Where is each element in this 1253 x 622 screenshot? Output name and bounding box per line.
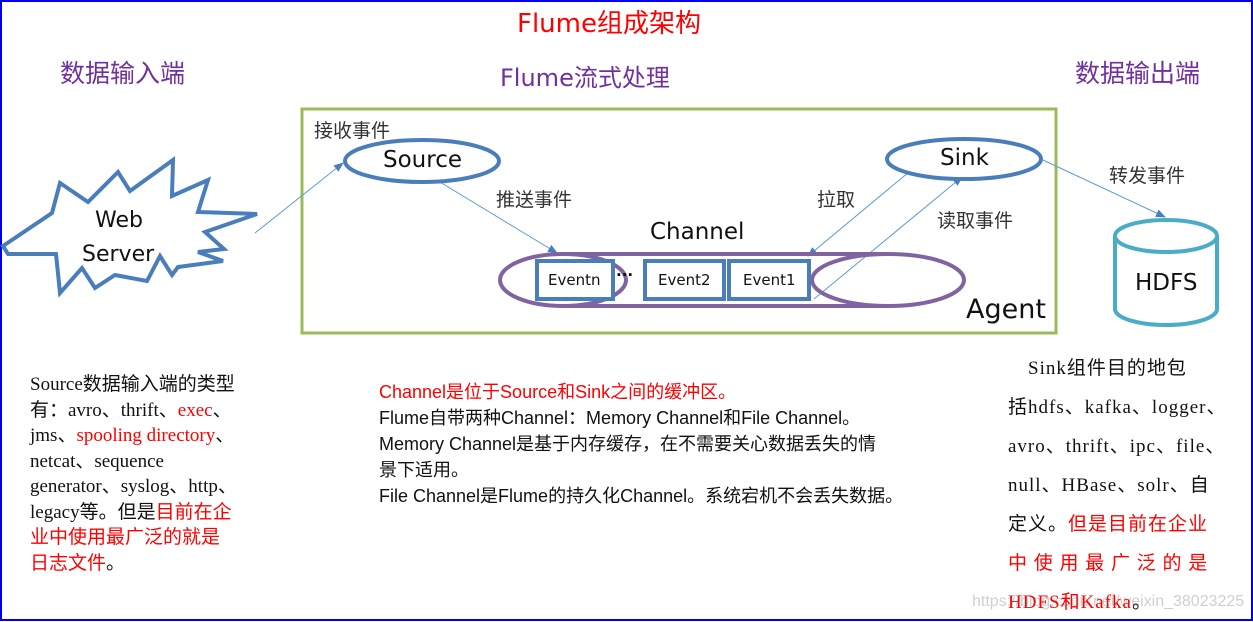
- highlight-text: 目前在企: [155, 501, 232, 523]
- highlight-text: 日志文件: [30, 552, 107, 574]
- body-text: 有：avro、thrift、: [30, 399, 178, 421]
- description-line: avro、thrift、ipc、file、: [1008, 427, 1226, 466]
- sink-label: Sink: [940, 145, 989, 171]
- body-text: jms、: [30, 425, 77, 446]
- body-text: 。: [1132, 592, 1153, 613]
- hdfs-cylinder-top: [1113, 218, 1219, 254]
- source-label: Source: [383, 147, 462, 173]
- highlight-text: 业中使用最广泛的就是: [30, 527, 221, 548]
- description-line: 定义。但是目前在企业: [1008, 505, 1226, 544]
- sink-description: Sink组件目的地包括hdfs、kafka、logger、 avro、thrift…: [1008, 349, 1226, 622]
- hdfs-label: HDFS: [1135, 270, 1198, 296]
- description-line: 景下适用。: [379, 457, 903, 483]
- highlight-text: spooling directory: [76, 425, 216, 446]
- description-line: HDFS和Kafka。: [1008, 583, 1226, 622]
- receive-event-label: 接收事件: [314, 120, 391, 142]
- description-line: legacy等。但是目前在企: [30, 500, 237, 526]
- description-line: 有：avro、thrift、exec、: [30, 398, 237, 424]
- event-n-label: Eventn: [548, 271, 601, 289]
- web-server-label-1: Web: [95, 208, 143, 233]
- description-line: Flume自带两种Channel：Memory Channel和File Cha…: [379, 405, 903, 431]
- description-line: Memory Channel是基于内存缓存，在不需要关心数据丢失的情: [379, 431, 903, 457]
- body-text: null、HBase、solr、自: [1008, 475, 1210, 496]
- read-event-label: 读取事件: [937, 210, 1014, 232]
- description-line: 业中使用最广泛的就是: [30, 525, 237, 551]
- description-line: netcat、sequence: [30, 449, 237, 475]
- body-text: Flume自带两种Channel：Memory Channel和File Cha…: [379, 408, 861, 428]
- event-2-label: Event2: [658, 271, 711, 289]
- description-line: 括hdfs、kafka、logger、: [1008, 388, 1226, 427]
- description-line: Source数据输入端的类型: [30, 372, 237, 398]
- body-text: generator、syslog、http、: [30, 476, 237, 497]
- body-text: File Channel是Flume的持久化Channel。系统宕机不会丢失数据…: [379, 486, 904, 506]
- highlight-text: HDFS和Kafka: [1008, 592, 1132, 613]
- body-text: avro、thrift、ipc、file、: [1008, 436, 1226, 457]
- body-text: 景下适用。: [379, 460, 469, 480]
- channel-pipe-right-end: [810, 252, 966, 308]
- body-text: Source数据输入端的类型: [30, 374, 235, 395]
- description-line: null、HBase、solr、自: [1008, 466, 1226, 505]
- channel-description: Channel是位于Source和Sink之间的缓冲区。 Flume自带两种Cha…: [379, 379, 903, 509]
- body-text: 、: [215, 425, 235, 446]
- receive-event-arrow: [254, 162, 344, 234]
- body-text: Memory Channel是基于内存缓存，在不需要关心数据丢失的情: [379, 434, 877, 454]
- highlight-text: exec: [177, 399, 213, 421]
- channel-label: Channel: [650, 219, 745, 245]
- body-text: 定义。: [1008, 514, 1069, 535]
- description-line: 中 使 用 最 广 泛 的 是: [1008, 544, 1226, 583]
- push-event-label: 推送事件: [496, 189, 573, 211]
- body-text: 括hdfs、kafka、logger、: [1008, 397, 1227, 418]
- description-line: 日志文件。: [30, 551, 237, 577]
- web-server-label-2: Server: [82, 242, 155, 267]
- pull-label: 拉取: [817, 189, 856, 211]
- event-1-label: Event1: [743, 271, 796, 289]
- highlight-text: 中 使 用 最 广 泛 的 是: [1008, 553, 1209, 574]
- description-line: File Channel是Flume的持久化Channel。系统宕机不会丢失数据…: [379, 483, 903, 509]
- description-line: jms、spooling directory、: [30, 423, 237, 449]
- description-line: generator、syslog、http、: [30, 474, 237, 500]
- body-text: legacy等。但是: [30, 501, 156, 523]
- ellipsis-label: ···: [616, 266, 634, 284]
- body-text: 。: [106, 552, 126, 574]
- description-line: Channel是位于Source和Sink之间的缓冲区。: [379, 379, 903, 405]
- highlight-text: 但是目前在企业: [1068, 514, 1209, 535]
- source-description: Source数据输入端的类型 有：avro、thrift、exec、 jms、spo…: [30, 372, 237, 576]
- forward-event-label: 转发事件: [1109, 165, 1186, 187]
- highlight-text: Channel是位于Source和Sink之间的缓冲区。: [379, 382, 737, 402]
- agent-label: Agent: [966, 294, 1046, 325]
- description-line: Sink组件目的地包: [1008, 349, 1226, 388]
- body-text: Sink组件目的地包: [1008, 358, 1187, 379]
- body-text: netcat、sequence: [30, 450, 164, 472]
- body-text: 、: [212, 399, 232, 421]
